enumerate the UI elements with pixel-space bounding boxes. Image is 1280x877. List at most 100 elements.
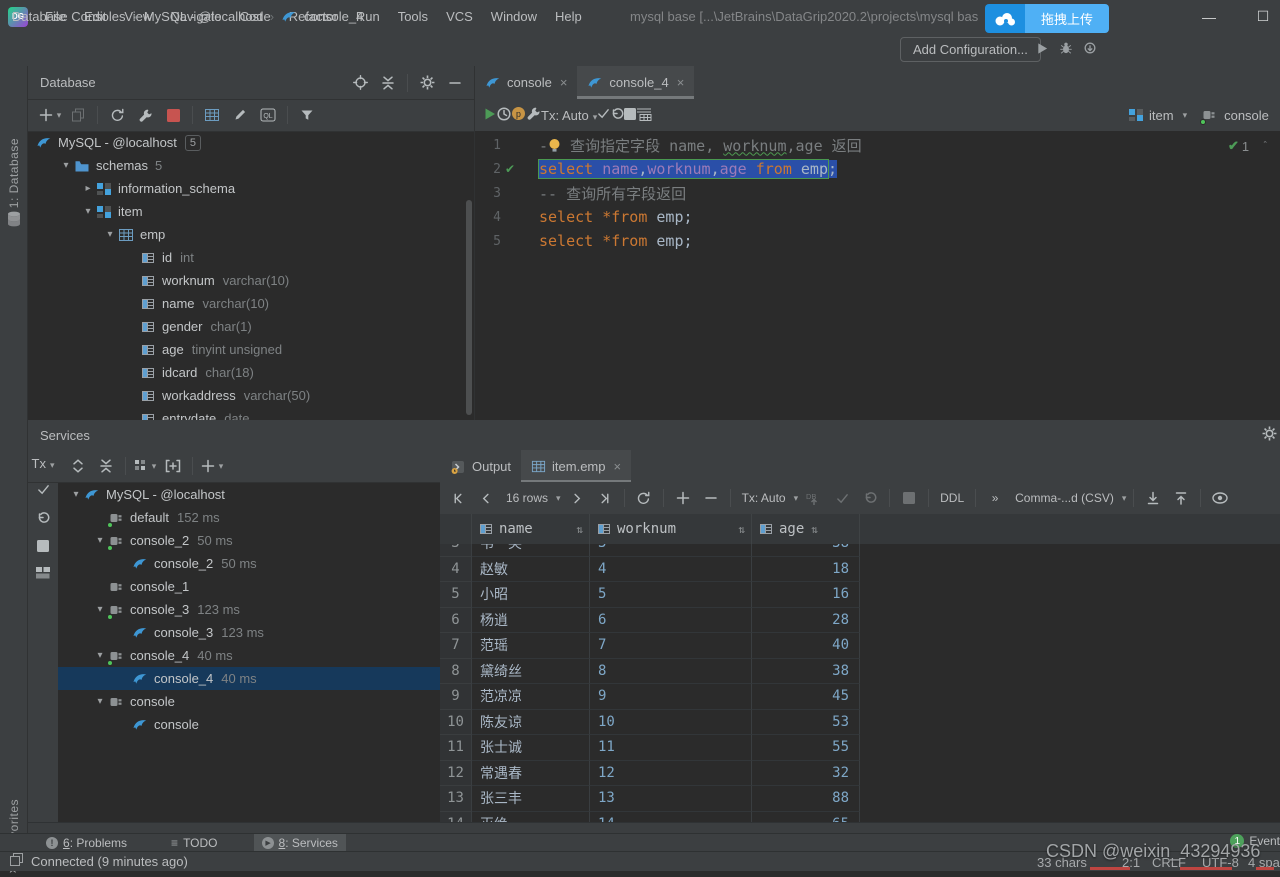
grid-row-14[interactable]: 14灭绝1465	[440, 812, 1280, 823]
cell-name[interactable]: 灭绝	[472, 812, 590, 823]
breadcrumb-item-0[interactable]: Database Consoles	[12, 9, 125, 24]
svc-node-mysql-localhost[interactable]: ▾MySQL - @localhost	[58, 483, 440, 506]
cell-worknum[interactable]: 7	[590, 633, 752, 659]
code-line-2[interactable]: 2✔select name,worknum,age from emp;	[475, 157, 1280, 181]
svc-node-console-2-file[interactable]: console_250 ms	[58, 552, 440, 575]
cell-age[interactable]: 38	[752, 544, 860, 557]
chevron-down-icon[interactable]: ▾	[68, 489, 84, 500]
chevron-right-icon[interactable]: ▸	[80, 183, 96, 194]
close-icon[interactable]: ×	[677, 75, 685, 90]
db-col-worknum[interactable]: worknumvarchar(10)	[28, 269, 474, 292]
db-node-schemas[interactable]: ▾schemas5	[28, 154, 474, 177]
cell-worknum[interactable]: 10	[590, 710, 752, 736]
filter-button[interactable]	[295, 103, 319, 127]
db-col-gender[interactable]: genderchar(1)	[28, 315, 474, 338]
new-item-button[interactable]: ▾	[38, 103, 62, 127]
row-number-cell[interactable]: 11	[440, 735, 472, 761]
db-col-name[interactable]: namevarchar(10)	[28, 292, 474, 315]
svc-node-default[interactable]: default152 ms	[58, 506, 440, 529]
row-number-cell[interactable]: 7	[440, 633, 472, 659]
row-number-cell[interactable]: 8	[440, 659, 472, 685]
grid-row-4[interactable]: 4赵敏418	[440, 557, 1280, 583]
chevron-down-icon[interactable]: ▾	[92, 535, 108, 546]
data-grid[interactable]: 3韦一笑3384赵敏4185小昭5166杨逍6287范瑶7408黛绮丝8389范…	[440, 544, 1280, 822]
code-line-3[interactable]: 3-- 查询所有字段返回	[475, 181, 1280, 205]
edit-source-button[interactable]	[228, 103, 252, 127]
chevron-down-icon[interactable]: ▾	[58, 160, 74, 171]
add-connection-button[interactable]: ▾	[200, 454, 224, 478]
cancel-button[interactable]	[897, 486, 921, 510]
hide-panel-button[interactable]	[443, 71, 467, 95]
cell-age[interactable]: 16	[752, 582, 860, 608]
cell-name[interactable]: 陈友谅	[472, 710, 590, 736]
cell-name[interactable]: 张三丰	[472, 786, 590, 812]
svc-node-console-file[interactable]: console	[58, 713, 440, 736]
debug-button[interactable]	[1059, 41, 1073, 58]
cell-name[interactable]: 赵敏	[472, 557, 590, 583]
chevron-down-icon[interactable]: ▾	[92, 650, 108, 661]
row-number-cell[interactable]: 6	[440, 608, 472, 634]
chevron-down-icon[interactable]: ▾	[92, 604, 108, 615]
view-options-button[interactable]	[1208, 486, 1232, 510]
rollback-button[interactable]	[858, 486, 882, 510]
chevron-down-icon[interactable]: ▾	[80, 206, 96, 217]
commit-button[interactable]	[830, 486, 854, 510]
inspection-widget[interactable]: ✔ 1 ＾	[1228, 138, 1270, 154]
view-mode-button[interactable]	[36, 567, 50, 582]
delete-row-button[interactable]	[699, 486, 723, 510]
row-number-cell[interactable]: 5	[440, 582, 472, 608]
database-stripe-button[interactable]: 1: Database	[7, 138, 21, 208]
maximize-button[interactable]: ☐	[1240, 0, 1280, 33]
breadcrumb-item-2[interactable]: console_4	[304, 9, 363, 24]
add-service-button[interactable]	[161, 454, 185, 478]
cell-worknum[interactable]: 4	[590, 557, 752, 583]
cell-worknum[interactable]: 13	[590, 786, 752, 812]
db-node-information-schema[interactable]: ▸information_schema	[28, 177, 474, 200]
db-node-emp[interactable]: ▾emp	[28, 223, 474, 246]
cell-age[interactable]: 53	[752, 710, 860, 736]
row-number-cell[interactable]: 13	[440, 786, 472, 812]
sort-icon[interactable]: ⇅	[811, 523, 818, 536]
in-editor-results-button[interactable]	[636, 107, 652, 124]
tab-console[interactable]: console×	[475, 66, 577, 99]
grid-row-10[interactable]: 10陈友谅1053	[440, 710, 1280, 736]
console-settings-button[interactable]	[526, 106, 541, 124]
close-icon[interactable]: ×	[614, 459, 622, 474]
cell-name[interactable]: 黛绮丝	[472, 659, 590, 685]
grid-row-5[interactable]: 5小昭516	[440, 582, 1280, 608]
first-page-button[interactable]	[446, 486, 470, 510]
svc-node-console[interactable]: ▾console	[58, 690, 440, 713]
grid-row-9[interactable]: 9范凉凉945	[440, 684, 1280, 710]
svc-node-console-4[interactable]: ▾console_440 ms	[58, 644, 440, 667]
tx-mode-selector[interactable]: Tx: Auto▾	[541, 108, 597, 123]
rollback-button[interactable]	[36, 511, 50, 528]
svc-node-console-3[interactable]: ▾console_3123 ms	[58, 598, 440, 621]
parameters-button[interactable]: p	[511, 106, 526, 124]
cell-age[interactable]: 40	[752, 633, 860, 659]
collapse-all-button[interactable]	[376, 71, 400, 95]
page-size-selector[interactable]: 16 rows▾	[502, 486, 561, 510]
jump-to-console-button[interactable]: QL	[256, 103, 280, 127]
ddl-button[interactable]: DDL	[936, 486, 968, 510]
grid-row-6[interactable]: 6杨逍628	[440, 608, 1280, 634]
cell-age[interactable]: 38	[752, 659, 860, 685]
cell-worknum[interactable]: 3	[590, 544, 752, 557]
code-line-1[interactable]: 1- 查询指定字段 name, worknum,age 返回	[475, 133, 1280, 157]
cell-name[interactable]: 范瑶	[472, 633, 590, 659]
code-line-5[interactable]: 5select *from emp;	[475, 229, 1280, 253]
chevron-down-icon[interactable]: ▾	[102, 229, 118, 240]
services-gear-icon[interactable]	[1262, 426, 1277, 444]
chevron-down-icon[interactable]: ▾	[92, 696, 108, 707]
minimize-button[interactable]: —	[1186, 0, 1232, 33]
tab-item-emp[interactable]: item.emp×	[521, 450, 631, 483]
menu-window[interactable]: Window	[482, 0, 546, 33]
cell-age[interactable]: 88	[752, 786, 860, 812]
tab-console-4[interactable]: console_4×	[577, 66, 694, 99]
horizontal-scrollbar-track[interactable]	[28, 822, 1280, 833]
close-icon[interactable]: ×	[560, 75, 568, 90]
cell-worknum[interactable]: 6	[590, 608, 752, 634]
session-selector[interactable]: console	[1201, 107, 1269, 123]
commit-button[interactable]	[37, 483, 50, 499]
svc-node-console-1[interactable]: console_1	[58, 575, 440, 598]
coverage-button[interactable]	[1083, 41, 1097, 58]
